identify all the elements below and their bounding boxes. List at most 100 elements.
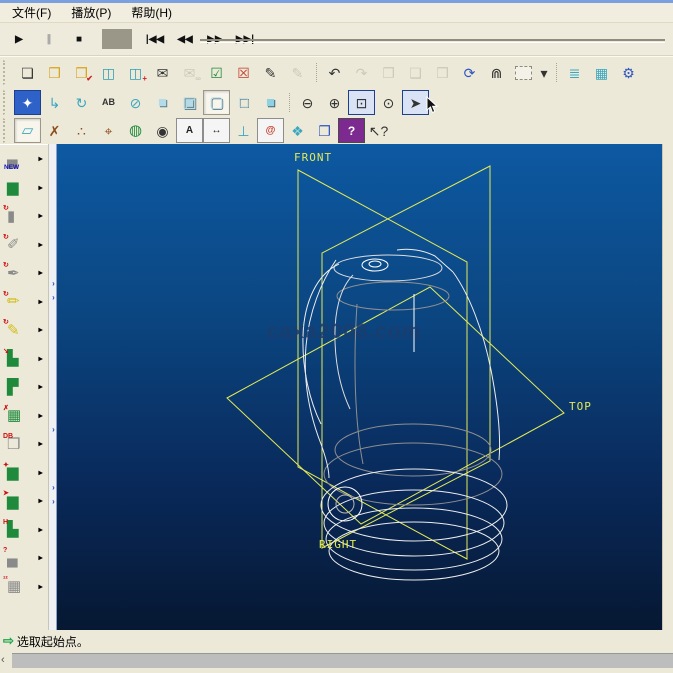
front-plane-label[interactable]: FRONT [294,152,332,163]
spin-center-toggle[interactable]: ◍ [122,118,149,143]
edit-definition-button[interactable]: ✎ [257,60,284,85]
stop-button[interactable]: ■ [64,28,94,50]
redo-button[interactable]: ↷ [348,60,375,85]
save-button[interactable]: ◫ [95,60,122,85]
stock-plane-button[interactable]: ▆ ➤ ▶ [0,487,48,516]
shading-display-button[interactable]: □ [230,90,257,115]
flyout-arrow-icon[interactable]: ▶ [38,469,43,476]
rough-tool-button[interactable]: ▮ ↻ ▶ [0,202,48,231]
flyout-arrow-icon[interactable]: ▶ [38,583,43,590]
open-file-button[interactable]: ❒ [41,60,68,85]
play-button[interactable]: ▶ [4,28,34,50]
new-tool-button[interactable]: ▄ NEW ▶ [0,145,48,174]
stock-define-button[interactable]: ▆ ✦ ▶ [0,459,48,488]
flyout-arrow-icon[interactable]: ▶ [38,412,43,419]
help-center-button[interactable]: ? [338,118,365,143]
hidden-line-display-button[interactable]: ▣ [176,90,203,115]
menu-help[interactable]: 帮助(H) [121,2,182,23]
new-window-button[interactable]: ❐ [311,118,338,143]
measure-datum-button[interactable]: ⊥ [230,118,257,143]
flyout-arrow-icon[interactable]: ▶ [38,526,43,533]
fixture-height-button[interactable]: ▙ H ▶ [0,516,48,545]
flyout-arrow-icon[interactable]: ▶ [38,213,43,220]
paste-special-button[interactable]: ❒ [429,60,456,85]
copy-button[interactable]: ❐ [375,60,402,85]
shaded-display-button[interactable]: ■ [257,90,284,115]
pause-button[interactable]: ∥ [34,28,64,50]
save-copy-button[interactable]: ◫+ [122,60,149,85]
zoom-in-button[interactable]: ⊕ [321,90,348,115]
pen-tool-button[interactable]: ✎ ↻ ▶ [0,316,48,345]
window-close-button[interactable]: ☒ [230,60,257,85]
scroll-left-button[interactable]: ‹ [1,654,5,666]
right-splitter[interactable] [662,144,673,630]
find-button[interactable]: ⋒ [483,60,510,85]
zoom-window-button[interactable]: ⊡ [348,90,375,115]
flyout-arrow-icon[interactable]: ▶ [38,498,43,505]
menu-play[interactable]: 播放(P) [61,2,121,23]
machine-load-button[interactable]: ▙ ↘ ▶ [0,345,48,374]
paste-button[interactable]: ❑ [402,60,429,85]
wireframe-display-button[interactable]: ■ [149,90,176,115]
skip-to-start-button[interactable]: |◀◀ [140,28,170,50]
menu-file[interactable]: 文件(F) [2,2,61,23]
refit-button[interactable]: ⊙ [375,90,402,115]
flyout-arrow-icon[interactable]: ▶ [38,156,43,163]
zoom-detail-button[interactable]: @ [257,118,284,143]
flyout-arrow-icon[interactable]: ▶ [38,327,43,334]
flyout-arrow-icon[interactable]: ▶ [38,241,43,248]
flyout-arrow-icon[interactable]: ▶ [38,555,43,562]
layers-button[interactable]: ≣ [561,60,588,85]
flyout-arrow-icon[interactable]: ▶ [38,441,43,448]
selection-filter-dropdown[interactable]: ▾ [537,60,551,85]
zoom-out-button[interactable]: ⊖ [294,90,321,115]
tool-library-button[interactable]: ▆ ▶ [0,174,48,203]
view-settings-button[interactable]: ⚙ [615,60,642,85]
flyout-arrow-icon[interactable]: ▶ [38,184,43,191]
step-back-button[interactable]: ◀◀ [170,28,200,50]
undo-button[interactable]: ↶ [321,60,348,85]
named-views-button[interactable]: AB [95,90,122,115]
tool-compare-button[interactable]: ▦ ¹² ▶ [0,573,48,602]
marker-tool-button[interactable]: ✏ ↻ ▶ [0,288,48,317]
datum-planes-toggle[interactable]: ▱ [14,118,41,143]
window-accept-button[interactable]: ☑ [203,60,230,85]
coordinate-system-toggle[interactable]: ⌖ [95,118,122,143]
right-plane-label[interactable]: RIGHT [319,539,357,550]
flyout-arrow-icon[interactable]: ▶ [38,384,43,391]
repaint-button[interactable]: ✦ [14,90,41,115]
database-button[interactable]: ❒ DB ▶ [0,430,48,459]
horizontal-scrollbar[interactable] [12,653,673,668]
context-help-button[interactable]: ↖? [365,118,392,143]
playback-progress-slider[interactable] [200,39,665,43]
drag-components-button[interactable]: ❖ [284,118,311,143]
measure-distance-button[interactable]: ↔ [203,118,230,143]
kettle-wireframe-model[interactable] [303,249,507,580]
datum-plane-front[interactable] [298,170,467,559]
top-plane-label[interactable]: TOP [569,401,592,412]
parameter-table-button[interactable]: ▦ ✗ ▶ [0,402,48,431]
spin-view-button[interactable]: ↻ [68,90,95,115]
regenerate-button[interactable]: ⟳ [456,60,483,85]
datum-axes-toggle[interactable]: ✗ [41,118,68,143]
model-tree-button[interactable]: ▦ [588,60,615,85]
new-file-button[interactable]: ❏ [14,60,41,85]
machine-block-button[interactable]: ▛ ▶ [0,373,48,402]
drill-tool-button[interactable]: ✒ ↻ ▶ [0,259,48,288]
view-manager-button[interactable]: ◉ [149,118,176,143]
finish-tool-button[interactable]: ✐ ↻ ▶ [0,231,48,260]
flyout-arrow-icon[interactable]: ▶ [38,355,43,362]
flyout-arrow-icon[interactable]: ▶ [38,298,43,305]
datum-points-toggle[interactable]: ∴ [68,118,95,143]
model-viewport[interactable]: caxa2008.com FRONTTOPRIGHT [57,144,662,630]
tool-query-button[interactable]: ▄ ? ▶ [0,544,48,573]
open-session-button[interactable]: ❒✔ [68,60,95,85]
send-mail-button[interactable]: ✉ [149,60,176,85]
left-splitter[interactable]: › › › › › [48,144,57,630]
view-off-button[interactable]: ⊘ [122,90,149,115]
selection-filter-button[interactable] [510,60,537,85]
select-items-button[interactable]: ➤ [402,90,429,115]
datum-plane-right[interactable] [322,166,490,548]
flyout-arrow-icon[interactable]: ▶ [38,270,43,277]
edit-references-button[interactable]: ✎ [284,60,311,85]
